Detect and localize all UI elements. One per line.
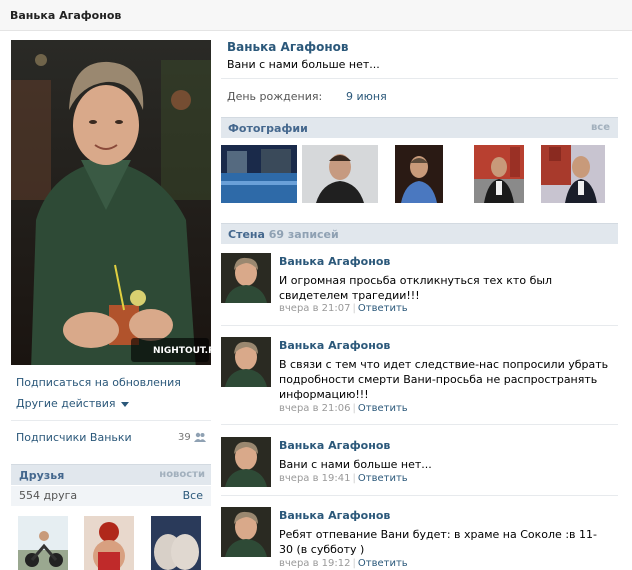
friends-all-link[interactable]: Все	[183, 489, 203, 502]
post-avatar[interactable]	[221, 337, 271, 387]
meta-separator: |	[352, 303, 356, 314]
reply-link[interactable]: Ответить	[358, 403, 408, 414]
profile-photo[interactable]: NIGHTOUT.RU	[11, 40, 211, 365]
wall-post: Ванька Агафонов Вани с нами больше нет..…	[221, 437, 618, 493]
post-time[interactable]: вчера в 19:41	[279, 473, 351, 484]
photo-thumbnail[interactable]	[302, 145, 378, 203]
avatar-watermark: NIGHTOUT.RU	[153, 346, 211, 356]
photo-thumbnail[interactable]	[395, 145, 443, 203]
post-avatar[interactable]	[221, 253, 271, 303]
divider	[221, 325, 618, 326]
post-author[interactable]: Ванька Агафонов	[279, 439, 390, 452]
post-avatar[interactable]	[221, 437, 271, 487]
post-text: В связи с тем что идет следствие-нас поп…	[279, 358, 609, 401]
reply-link[interactable]: Ответить	[358, 473, 408, 484]
post-time[interactable]: вчера в 21:07	[279, 303, 351, 314]
wall-title-label: Стена	[228, 228, 265, 241]
friends-subheader: 554 друга Все	[11, 486, 211, 506]
friends-header: Друзья новости	[11, 464, 211, 485]
reply-link[interactable]: Ответить	[358, 303, 408, 314]
friend-thumbnail[interactable]	[151, 516, 201, 570]
profile-status[interactable]: Вани с нами больше нет...	[227, 58, 380, 71]
birthday-label: День рождения:	[227, 90, 323, 103]
divider	[221, 78, 618, 79]
page-title: Ванька Агафонов	[10, 9, 122, 22]
post-meta: вчера в 21:06 | Ответить	[279, 403, 408, 414]
followers-link[interactable]: Подписчики Ваньки	[16, 431, 132, 444]
photos-header: Фотографии все	[221, 117, 618, 138]
post-text: Вани с нами больше нет...	[279, 458, 432, 471]
photos-title[interactable]: Фотографии	[228, 122, 308, 135]
post-author[interactable]: Ванька Агафонов	[279, 339, 390, 352]
meta-separator: |	[352, 558, 356, 569]
profile-name: Ванька Агафонов	[227, 40, 349, 54]
post-meta: вчера в 21:07 | Ответить	[279, 303, 408, 314]
post-author[interactable]: Ванька Агафонов	[279, 255, 390, 268]
wall-title[interactable]: Стена 69 записей	[228, 228, 339, 241]
post-meta: вчера в 19:12 | Ответить	[279, 558, 408, 569]
post-avatar[interactable]	[221, 507, 271, 557]
meta-separator: |	[352, 473, 356, 484]
followers-count[interactable]: 39	[178, 432, 206, 443]
reply-link[interactable]: Ответить	[358, 558, 408, 569]
followers-count-value: 39	[178, 432, 191, 443]
friend-thumbnail[interactable]	[84, 516, 134, 570]
people-icon	[193, 432, 206, 442]
chevron-down-icon	[120, 401, 129, 407]
post-text: Ребят отпевание Вани будет: в храме на С…	[279, 528, 597, 556]
divider	[11, 420, 211, 421]
post-time[interactable]: вчера в 19:12	[279, 558, 351, 569]
friends-count: 554 друга	[19, 489, 78, 502]
post-author[interactable]: Ванька Агафонов	[279, 509, 390, 522]
divider	[221, 424, 618, 425]
wall-count: 69 записей	[268, 228, 339, 241]
friend-thumbnail[interactable]	[18, 516, 68, 570]
post-text: И огромная просьба откликнуться тех кто …	[279, 274, 553, 302]
subscribe-link[interactable]: Подписаться на обновления	[16, 376, 181, 389]
friends-news-link[interactable]: новости	[159, 469, 205, 480]
page-header: Ванька Агафонов	[0, 0, 632, 31]
other-actions-label: Другие действия	[16, 397, 116, 410]
wall-post: Ванька Агафонов Ребят отпевание Вани буд…	[221, 507, 618, 570]
divider	[221, 495, 618, 496]
post-meta: вчера в 19:41 | Ответить	[279, 473, 408, 484]
post-time[interactable]: вчера в 21:06	[279, 403, 351, 414]
wall-header: Стена 69 записей	[221, 223, 618, 244]
wall-post: Ванька Агафонов В связи с тем что идет с…	[221, 337, 618, 422]
wall-post: Ванька Агафонов И огромная просьба откли…	[221, 253, 618, 323]
photos-all-link[interactable]: все	[591, 122, 610, 133]
friends-title[interactable]: Друзья	[19, 469, 64, 482]
birthday-value[interactable]: 9 июня	[346, 90, 387, 103]
meta-separator: |	[352, 403, 356, 414]
photo-thumbnail[interactable]	[474, 145, 524, 203]
photo-thumbnail[interactable]	[221, 145, 297, 203]
photo-thumbnail[interactable]	[541, 145, 605, 203]
other-actions-link[interactable]: Другие действия	[16, 397, 129, 410]
